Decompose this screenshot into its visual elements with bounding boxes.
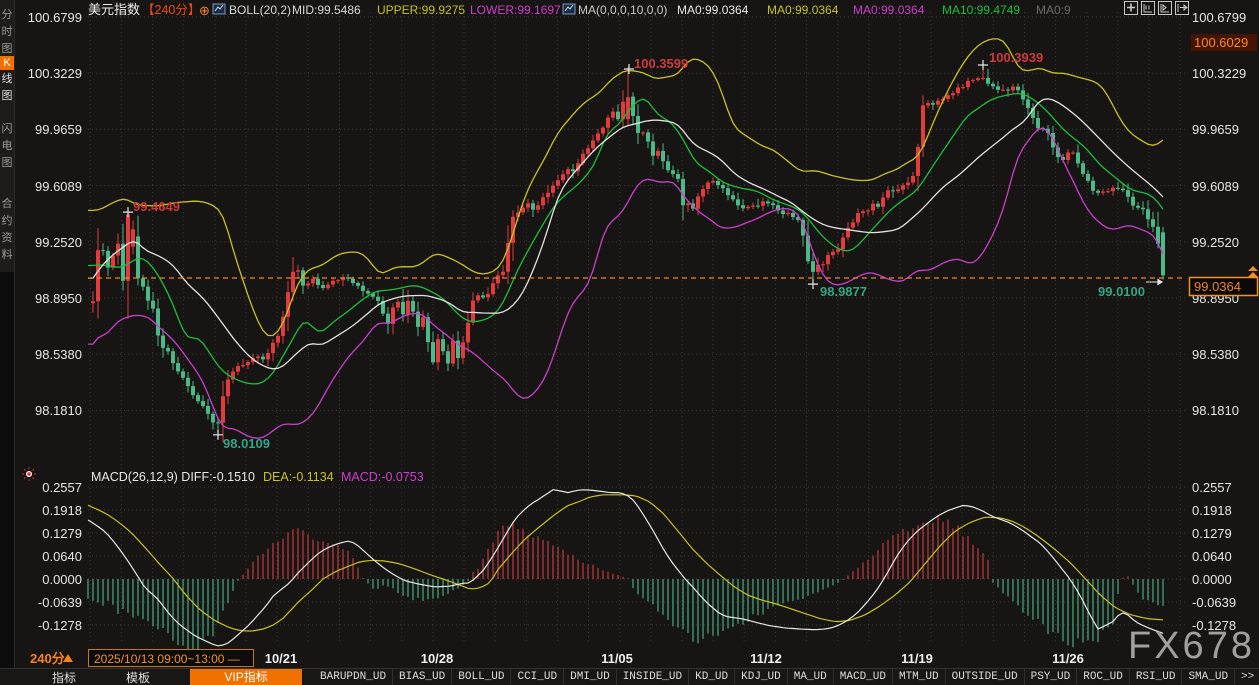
- svg-text:99.9659: 99.9659: [1192, 122, 1239, 137]
- svg-text:99.6089: 99.6089: [1192, 179, 1239, 194]
- svg-text:MA0:99.0364: MA0:99.0364: [767, 3, 839, 17]
- svg-text:2025/10/13 09:00~13:00 —: 2025/10/13 09:00~13:00 —: [94, 652, 240, 666]
- svg-text:98.1810: 98.1810: [35, 403, 82, 418]
- svg-text:100.3229: 100.3229: [1192, 66, 1246, 81]
- svg-text:99.6089: 99.6089: [35, 179, 82, 194]
- svg-text:100.3939: 100.3939: [989, 50, 1043, 65]
- svg-text:99.0364: 99.0364: [1194, 279, 1241, 294]
- svg-text:98.5380: 98.5380: [35, 347, 82, 362]
- svg-text:0.2557: 0.2557: [1192, 480, 1232, 495]
- svg-text:98.9877: 98.9877: [820, 284, 867, 299]
- svg-text:240分: 240分: [30, 651, 65, 666]
- svg-text:-0.0639: -0.0639: [1192, 595, 1236, 610]
- svg-text:99.2520: 99.2520: [35, 235, 82, 250]
- svg-text:UPPER:99.9275: UPPER:99.9275: [377, 3, 465, 17]
- svg-text:美元指数: 美元指数: [88, 2, 140, 17]
- svg-text:0.0000: 0.0000: [42, 572, 82, 587]
- svg-text:11/12: 11/12: [750, 651, 782, 666]
- svg-text:98.5380: 98.5380: [1192, 347, 1239, 362]
- svg-text:0.1279: 0.1279: [42, 526, 82, 541]
- svg-text:98.0109: 98.0109: [223, 436, 270, 451]
- svg-text:MA0:99.0364: MA0:99.0364: [853, 3, 925, 17]
- svg-text:0.1279: 0.1279: [1192, 526, 1232, 541]
- svg-text:0.1918: 0.1918: [42, 503, 82, 518]
- svg-text:11/05: 11/05: [601, 651, 633, 666]
- svg-text:DEA:-0.1134: DEA:-0.1134: [263, 470, 334, 484]
- svg-text:100.3229: 100.3229: [28, 66, 82, 81]
- svg-text:-0.0639: -0.0639: [38, 595, 82, 610]
- svg-text:MA10:99.4749: MA10:99.4749: [942, 3, 1020, 17]
- svg-text:99.4649: 99.4649: [133, 199, 180, 214]
- svg-text:MID:99.5486: MID:99.5486: [292, 3, 361, 17]
- svg-text:11/26: 11/26: [1052, 651, 1084, 666]
- svg-text:【240分】: 【240分】: [142, 3, 200, 17]
- svg-text:⊕: ⊕: [199, 3, 210, 18]
- svg-text:98.8950: 98.8950: [35, 291, 82, 306]
- svg-text:98.1810: 98.1810: [1192, 403, 1239, 418]
- svg-text:10/21: 10/21: [265, 651, 298, 666]
- svg-text:10/28: 10/28: [421, 651, 454, 666]
- svg-text:MA0:9: MA0:9: [1036, 3, 1071, 17]
- svg-text:99.0100: 99.0100: [1098, 284, 1145, 299]
- svg-text:MA(0,0,0,10,0,0): MA(0,0,0,10,0,0): [578, 3, 667, 17]
- svg-text:0.0000: 0.0000: [1192, 572, 1232, 587]
- svg-text:-0.1278: -0.1278: [38, 618, 82, 633]
- svg-text:11/19: 11/19: [901, 651, 933, 666]
- svg-text:LOWER:99.1697: LOWER:99.1697: [470, 3, 561, 17]
- svg-text:MA0:99.0364: MA0:99.0364: [677, 3, 749, 17]
- svg-text:100.6799: 100.6799: [28, 10, 82, 25]
- svg-text:BOLL(20,2): BOLL(20,2): [229, 3, 291, 17]
- svg-text:0.2557: 0.2557: [42, 480, 82, 495]
- svg-text:100.6799: 100.6799: [1192, 10, 1246, 25]
- svg-text:99.9659: 99.9659: [35, 122, 82, 137]
- svg-text:0.0640: 0.0640: [42, 549, 82, 564]
- svg-text:100.6029: 100.6029: [1194, 35, 1248, 50]
- svg-text:99.2520: 99.2520: [1192, 235, 1239, 250]
- svg-text:MACD(26,12,9) DIFF:-0.1510: MACD(26,12,9) DIFF:-0.1510: [91, 470, 255, 484]
- svg-text:0.1918: 0.1918: [1192, 503, 1232, 518]
- svg-text:0.0640: 0.0640: [1192, 549, 1232, 564]
- svg-text:100.3599: 100.3599: [634, 56, 688, 71]
- svg-text:FX678: FX678: [1128, 625, 1255, 667]
- svg-text:MACD:-0.0753: MACD:-0.0753: [341, 470, 424, 484]
